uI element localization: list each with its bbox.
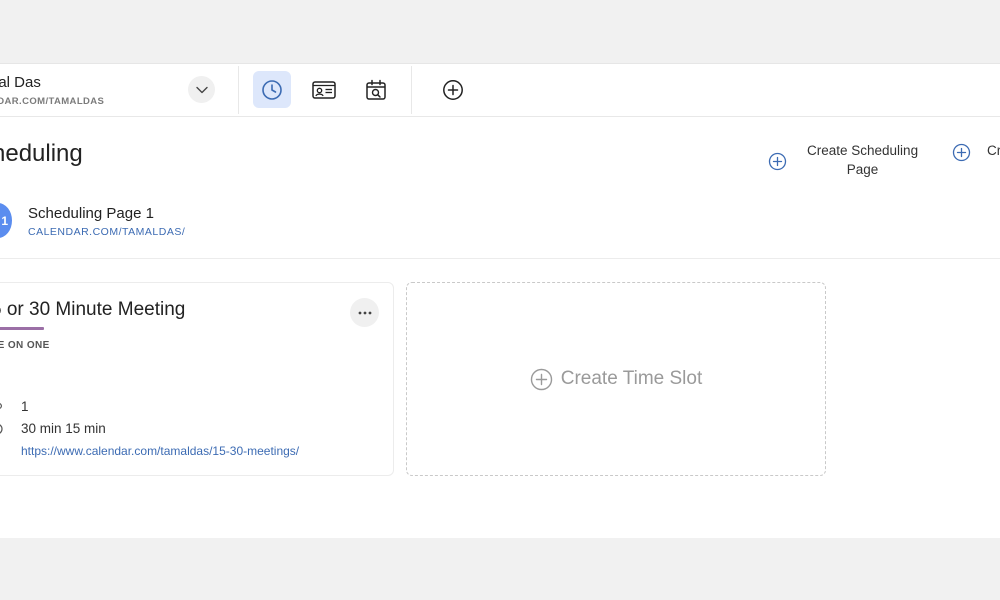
create-scheduling-page-label: Create Scheduling Page [807,143,919,177]
time-slot-title: 5 or 30 Minute Meeting [0,299,186,320]
nav-contacts-button[interactable] [305,71,343,108]
time-slot-link[interactable]: https://www.calendar.com/tamaldas/15-30-… [21,444,299,458]
clock-icon [262,79,282,100]
scheduling-page-avatar: 1 [0,203,12,238]
account-name: nal Das [0,74,41,91]
chevron-down-icon [195,86,208,93]
app-window: nal Das NDAR.COM/TAMALDAS [0,63,1000,538]
person-icon [0,401,4,415]
top-bar: nal Das NDAR.COM/TAMALDAS [0,64,1000,117]
section-divider [0,258,1000,259]
time-slot-color-bar [0,327,44,330]
contact-card-icon [312,80,336,99]
nav-add-button[interactable] [434,71,472,108]
plus-circle-icon [768,152,787,170]
create-time-slot-label: Create Time Slot [560,368,703,389]
account-menu-button[interactable] [188,76,215,103]
page-title: heduling [0,140,83,167]
calendar-search-icon [366,79,386,100]
create-action-label: Cr [987,143,1000,158]
plus-circle-icon [443,79,463,100]
plus-circle-icon [530,368,552,390]
account-url: NDAR.COM/TAMALDAS [0,96,105,107]
time-slot-attendees: 1 [21,399,29,414]
create-time-slot-button[interactable]: Create Time Slot [406,282,826,476]
clock-icon [0,422,4,436]
time-slot-durations: 30 min 15 min [21,421,106,436]
time-slot-type: NE ON ONE [0,340,50,351]
nav-calendar-search-button[interactable] [357,71,395,108]
more-horizontal-icon [358,311,371,314]
scheduling-page-name: Scheduling Page 1 [28,205,154,222]
location-pin-icon [0,444,4,458]
toolbar-divider [238,66,239,114]
scheduling-page-url[interactable]: CALENDAR.COM/TAMALDAS/ [28,226,185,238]
toolbar-divider [411,66,412,114]
create-scheduling-page-button[interactable]: Create Scheduling Page [768,141,918,179]
plus-circle-icon [952,143,971,162]
more-options-button[interactable] [350,298,379,327]
nav-scheduling-button[interactable] [253,71,291,108]
create-action-button[interactable]: Cr [952,141,1000,162]
